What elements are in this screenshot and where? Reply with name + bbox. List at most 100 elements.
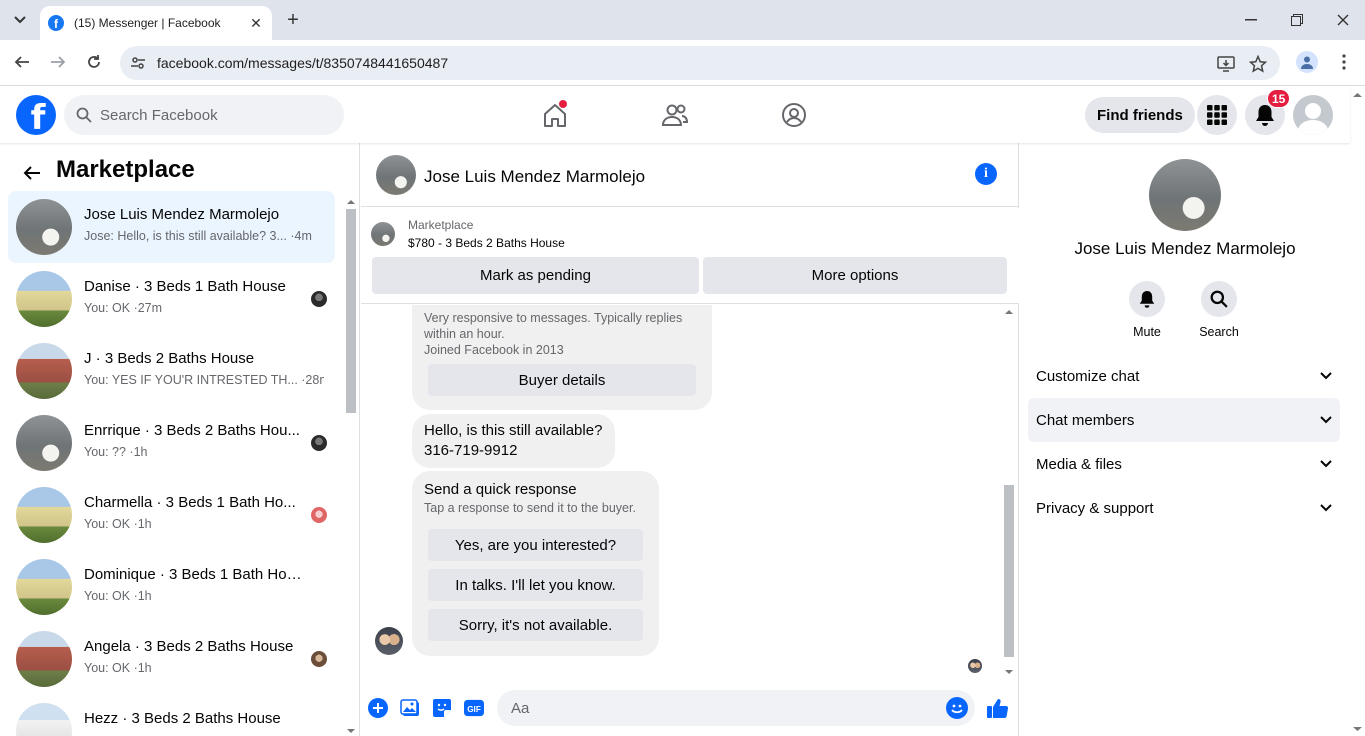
quick-reply-button[interactable]: In talks. I'll let you know. [428,569,643,601]
privacy-support-section[interactable]: Privacy & support [1028,486,1340,530]
chat-members-section[interactable]: Chat members [1028,398,1340,442]
sticker-icon[interactable] [432,698,452,718]
search-label: Search [1199,325,1239,339]
photo-attach-icon[interactable] [400,698,420,718]
quick-reply-button[interactable]: Yes, are you interested? [428,529,643,561]
bookmark-star-icon[interactable] [1248,54,1268,74]
chat-list-item[interactable]: J · 3 Beds 2 Baths House You: YES IF YOU'… [8,335,335,407]
home-notification-dot [559,100,567,108]
message-phone: 316-719-9912 [424,442,518,459]
chat-list-item[interactable]: Danise · 3 Beds 1 Bath House You: OK ·27m [8,263,335,335]
facebook-search[interactable] [64,95,344,135]
chat-thumbnail [16,271,72,327]
search-in-chat-button[interactable]: Search [1189,281,1249,339]
site-settings-icon[interactable] [130,55,146,71]
minimize-icon[interactable] [1236,6,1266,34]
contact-profile-name[interactable]: Jose Luis Mendez Marmolejo [1020,239,1350,259]
chat-preview: You: ?? ·1h [84,445,148,459]
thread-scrollbar[interactable] [1002,305,1016,677]
address-bar[interactable]: facebook.com/messages/t/8350748441650487 [120,46,1280,80]
chevron-down-icon [1320,416,1332,424]
install-app-icon[interactable] [1216,54,1236,74]
chat-list-scrollbar[interactable] [344,195,358,736]
tab-search-chevron-icon[interactable] [8,8,32,32]
buyer-info-line: Very responsive to messages. Typically r… [424,311,683,325]
message-thread: Very responsive to messages. Typically r… [361,305,1001,677]
listing-thumbnail[interactable] [371,222,395,246]
url-text[interactable]: facebook.com/messages/t/8350748441650487 [157,55,448,71]
page-scrollbar[interactable] [1350,87,1365,736]
seen-avatar [311,291,327,307]
back-arrow-icon[interactable] [20,161,44,185]
conversation-header: Jose Luis Mendez Marmolejo i [361,143,1019,207]
chat-thumbnail [16,559,72,615]
tab-close-icon[interactable]: ✕ [248,15,264,31]
buyer-info-line: within an hour. [424,327,505,341]
browser-menu-icon[interactable] [1336,52,1352,72]
chat-list-item[interactable]: Dominique · 3 Beds 1 Bath House You: OK ·… [8,551,335,623]
chat-list-scroll-thumb[interactable] [346,209,356,413]
listing-title[interactable]: $780 - 3 Beds 2 Baths House [408,236,565,250]
notification-count-badge: 15 [1267,89,1291,108]
contact-name[interactable]: Jose Luis Mendez Marmolejo [424,167,645,187]
chat-name: Charmella · 3 Beds 1 Bath Ho... [84,494,296,511]
message-input-wrap[interactable] [497,690,975,726]
gif-label: GIF [467,705,481,714]
mute-bell-icon[interactable] [1129,281,1165,317]
facebook-logo-icon[interactable]: f [16,95,56,135]
seen-avatar [311,435,327,451]
back-icon[interactable] [8,48,36,76]
quick-response-hint: Tap a response to send it to the buyer. [424,501,636,515]
contact-profile-avatar[interactable] [1149,159,1221,231]
reload-icon[interactable] [80,48,108,76]
chat-list-item[interactable]: Enrrique · 3 Beds 2 Baths Hou... You: ?? … [8,407,335,479]
home-icon[interactable] [539,99,571,131]
message-input[interactable] [511,690,931,726]
search-in-chat-icon[interactable] [1201,281,1237,317]
chat-list-item[interactable]: Angela · 3 Beds 2 Baths House You: OK ·1h [8,623,335,695]
account-avatar[interactable] [1293,95,1333,135]
mark-as-pending-button[interactable]: Mark as pending [372,257,699,294]
restore-icon[interactable] [1282,6,1312,34]
chat-thumbnail [16,703,72,736]
customize-chat-section[interactable]: Customize chat [1028,354,1340,398]
marketplace-title: Marketplace [56,156,195,183]
close-window-icon[interactable] [1328,6,1358,34]
chat-preview: You: YES IF YOU'R INTRESTED TH... ·28m [84,373,324,387]
browser-profile-icon[interactable] [1296,51,1318,73]
thread-scroll-thumb[interactable] [1004,485,1014,657]
chevron-down-icon [1320,460,1332,468]
chat-list-item[interactable]: Hezz · 3 Beds 2 Baths House [8,695,335,736]
chat-name: Jose Luis Mendez Marmolejo [84,206,280,223]
chat-thumbnail [16,199,72,255]
chat-name: J · 3 Beds 2 Baths House [84,350,255,367]
new-tab-icon[interactable]: + [282,8,304,32]
thumbs-up-icon[interactable] [985,698,1009,719]
chat-name: Enrrique · 3 Beds 2 Baths Hou... [84,422,300,439]
chat-thumbnail [16,487,72,543]
contact-avatar[interactable] [376,155,416,195]
emoji-icon[interactable] [946,697,968,719]
forward-icon[interactable] [44,48,72,76]
notifications-bell-icon[interactable]: 15 [1245,89,1291,135]
gif-icon[interactable]: GIF [464,698,484,718]
quick-reply-button[interactable]: Sorry, it's not available. [428,609,643,641]
friends-icon[interactable] [659,99,691,131]
chat-list-item[interactable]: Jose Luis Mendez Marmolejo Jose: Hello, i… [8,191,335,263]
find-friends-button[interactable]: Find friends [1085,97,1195,133]
buyer-details-button[interactable]: Buyer details [428,364,696,396]
mute-button[interactable]: Mute [1117,281,1177,339]
more-options-button[interactable]: More options [703,257,1007,294]
add-more-icon[interactable] [368,698,388,718]
section-label: Media & files [1036,455,1122,473]
section-label: Chat members [1036,411,1135,429]
menu-grid-icon[interactable] [1197,95,1237,135]
profile-circle-icon[interactable] [778,99,810,131]
chat-list-item[interactable]: Charmella · 3 Beds 1 Bath Ho... You: OK ·… [8,479,335,551]
browser-tab[interactable]: f (15) Messenger | Facebook ✕ [40,6,272,40]
info-icon[interactable]: i [975,163,997,185]
sender-avatar[interactable] [375,627,403,655]
incoming-message[interactable]: Hello, is this still available? 316-719-… [412,414,615,468]
facebook-search-input[interactable] [100,95,330,135]
media-files-section[interactable]: Media & files [1028,442,1340,486]
